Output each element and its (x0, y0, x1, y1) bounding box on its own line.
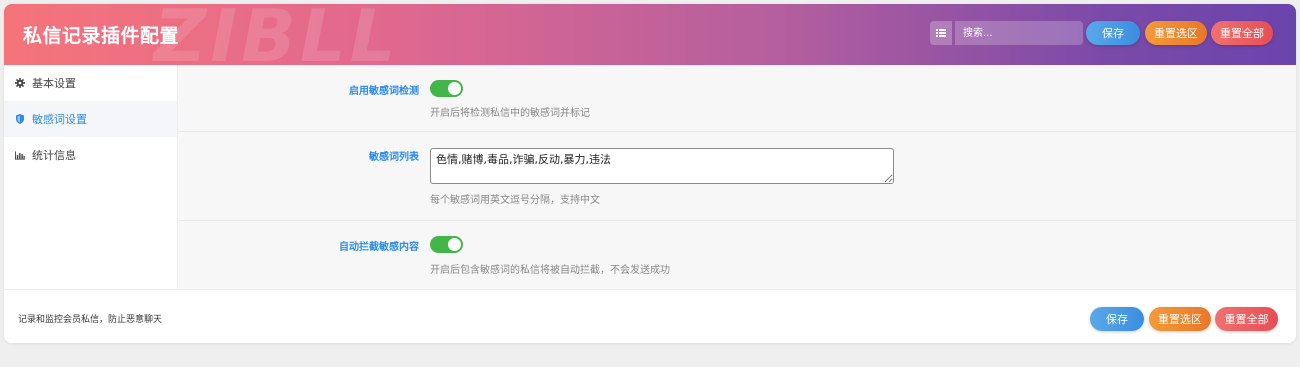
bar-chart-icon (15, 150, 25, 160)
header-bar: ZIBLL 私信记录插件配置 保存 重置选区 重置全部 (4, 4, 1296, 65)
sidebar-item-basic-settings[interactable]: 基本设置 (4, 65, 177, 101)
auto-block-toggle[interactable] (430, 236, 463, 253)
footer-description: 记录和监控会员私信，防止恶意聊天 (18, 315, 163, 325)
settings-panel: ZIBLL 私信记录插件配置 保存 重置选区 重置全部 (4, 4, 1296, 343)
settings-content: 启用敏感词检测 开启后将检测私信中的敏感词并标记 敏感词列表 每个敏感词用英文逗… (178, 65, 1296, 289)
watermark-logo: ZIBLL (154, 4, 400, 65)
shield-icon (15, 114, 25, 124)
footer-reset-all-button[interactable]: 重置全部 (1215, 307, 1278, 331)
search-box (930, 21, 1085, 45)
save-button[interactable]: 保存 (1086, 21, 1140, 45)
setting-row-enable-detection: 启用敏感词检测 开启后将检测私信中的敏感词并标记 (178, 65, 1296, 132)
reset-selection-button[interactable]: 重置选区 (1145, 21, 1207, 45)
sidebar-nav: 基本设置 敏感词设置 统计信息 (4, 65, 178, 289)
sidebar-item-label: 敏感词设置 (32, 113, 87, 126)
reset-all-button[interactable]: 重置全部 (1211, 21, 1273, 45)
setting-description: 每个敏感词用英文逗号分隔，支持中文 (430, 195, 600, 206)
gear-icon (15, 78, 25, 88)
sidebar-item-sensitive-words[interactable]: 敏感词设置 (4, 101, 177, 137)
sidebar-item-label: 基本设置 (32, 77, 76, 90)
footer-reset-selection-button[interactable]: 重置选区 (1149, 307, 1211, 331)
setting-description: 开启后包含敏感词的私信将被自动拦截，不会发送成功 (430, 265, 670, 276)
setting-label: 自动拦截敏感内容 (339, 242, 419, 253)
sidebar-item-statistics[interactable]: 统计信息 (4, 137, 177, 173)
footer-bar: 记录和监控会员私信，防止恶意聊天 保存 重置选区 重置全部 (4, 289, 1296, 343)
sensitive-words-textarea[interactable]: 色情,赌博,毒品,诈骗,反动,暴力,违法 (430, 148, 894, 184)
sidebar-item-label: 统计信息 (32, 149, 76, 162)
setting-description: 开启后将检测私信中的敏感词并标记 (430, 108, 590, 119)
enable-detection-toggle[interactable] (430, 80, 463, 97)
list-icon[interactable] (930, 21, 952, 45)
setting-label: 启用敏感词检测 (349, 86, 419, 97)
footer-save-button[interactable]: 保存 (1090, 307, 1144, 331)
setting-label: 敏感词列表 (369, 152, 419, 163)
setting-row-auto-block: 自动拦截敏感内容 开启后包含敏感词的私信将被自动拦截，不会发送成功 (178, 221, 1296, 289)
search-input[interactable] (955, 21, 1083, 45)
page-title: 私信记录插件配置 (23, 25, 180, 47)
